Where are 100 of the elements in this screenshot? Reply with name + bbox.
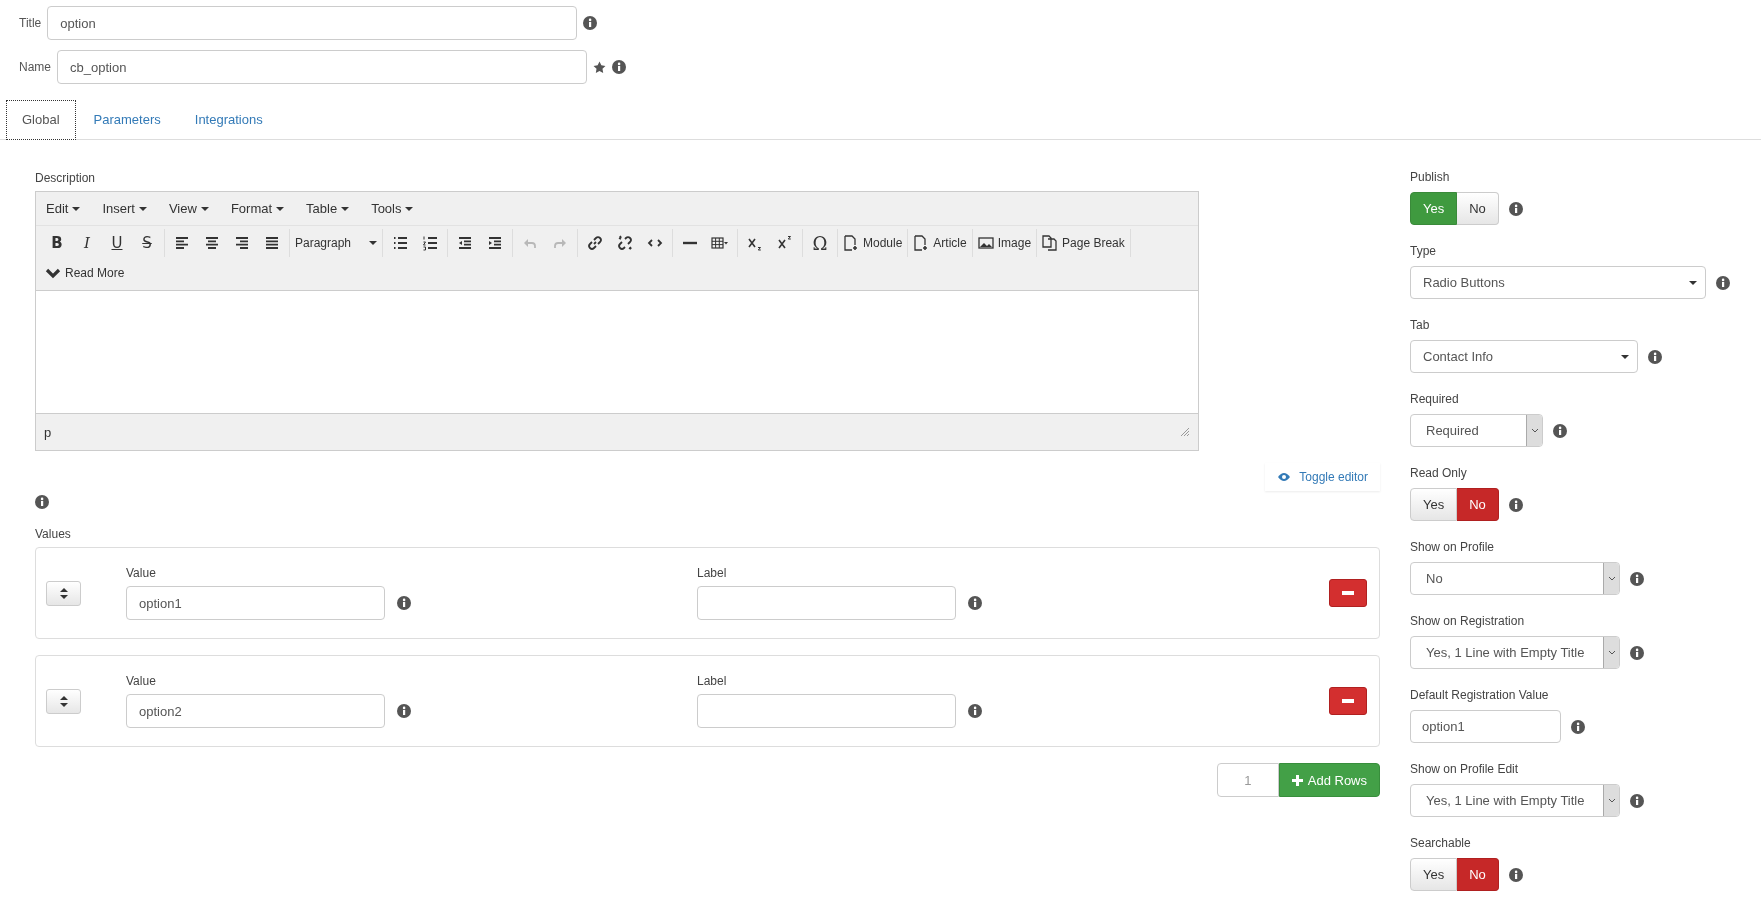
toggle-option[interactable]: No (1457, 488, 1499, 521)
text-field[interactable]: option1 (1410, 710, 1561, 743)
reorder-button[interactable] (46, 688, 81, 714)
remove-button[interactable] (1329, 687, 1367, 715)
info-icon (397, 704, 411, 718)
toggle-option[interactable]: No (1457, 858, 1499, 891)
toolbar-button[interactable]: Page Break (1039, 230, 1128, 256)
paragraph-dropdown[interactable]: Paragraph (292, 230, 380, 256)
select-field[interactable]: No (1410, 562, 1620, 595)
field-label: Required (1410, 392, 1459, 406)
chevron-down-icon (1607, 798, 1616, 803)
info-icon (397, 596, 411, 610)
info-icon (1630, 571, 1644, 586)
remove-button[interactable] (1329, 579, 1367, 607)
info-icon (1716, 275, 1730, 290)
document-plus-icon (913, 235, 930, 251)
dropdown[interactable]: Radio Buttons (1410, 266, 1706, 299)
text-field[interactable] (697, 586, 956, 620)
field-label: Type (1410, 244, 1436, 258)
toggle-option[interactable]: Yes (1410, 192, 1458, 225)
numbered-list-icon (422, 235, 438, 251)
toolbar-button[interactable]: Read More (42, 260, 128, 286)
field-label: Read Only (1410, 466, 1467, 480)
field-label: Name (19, 60, 51, 74)
menu-item[interactable]: Tools (367, 201, 424, 216)
toolbar-button[interactable]: Article (910, 230, 970, 256)
resize-handle-icon[interactable] (1180, 427, 1190, 437)
bullet-list-icon (392, 235, 408, 251)
format-button[interactable]: B (42, 230, 72, 256)
sort-icon (59, 695, 68, 707)
select-field[interactable]: Yes, 1 Line with Empty Title (1410, 784, 1620, 817)
field-label: Label (697, 674, 728, 688)
align-center-icon (204, 235, 220, 251)
menu-item[interactable]: View (164, 201, 219, 216)
text-field[interactable] (697, 694, 956, 728)
format-button[interactable]: S (132, 230, 162, 256)
select-field[interactable]: Yes, 1 Line with Empty Title (1410, 636, 1620, 669)
tab[interactable]: Parameters (77, 100, 177, 140)
toggle-editor-button[interactable]: Toggle editor (1265, 463, 1380, 491)
info-icon (1648, 349, 1662, 364)
menu-item[interactable]: Table (302, 201, 360, 216)
chevron-down-icon (1530, 428, 1539, 433)
info-icon (1508, 497, 1523, 512)
sort-icon (59, 587, 68, 599)
link-icon (587, 235, 603, 251)
text-field[interactable]: option1 (126, 586, 385, 620)
superscript-icon (777, 235, 793, 251)
indent-icon (487, 235, 503, 251)
field-label: Description (35, 171, 96, 185)
align-left-icon (174, 235, 190, 251)
reorder-button[interactable] (46, 580, 81, 606)
info-icon (968, 704, 982, 718)
field-label: Publish (1410, 170, 1450, 184)
text-field[interactable]: option2 (126, 694, 385, 728)
menu-item[interactable]: Format (226, 201, 295, 216)
field-label: Show on Registration (1410, 614, 1525, 628)
tab[interactable]: Global (6, 100, 76, 140)
field-label: Value (126, 674, 157, 688)
field-label: Show on Profile Edit (1410, 762, 1519, 776)
field-label: Searchable (1410, 836, 1471, 850)
info-icon (1508, 867, 1523, 882)
info-icon (1553, 423, 1567, 438)
field-label: Title (19, 16, 42, 30)
toolbar-button[interactable]: Module (840, 230, 906, 256)
toggle-option[interactable]: Yes (1410, 858, 1458, 891)
toggle-option[interactable]: No (1457, 192, 1499, 225)
toolbar-button[interactable]: Image (974, 230, 1035, 256)
format-button[interactable]: Ω (805, 230, 835, 256)
info-icon (968, 596, 982, 610)
element-path: p (44, 424, 52, 440)
tab[interactable]: Integrations (178, 100, 279, 140)
minus-icon (1342, 591, 1354, 595)
outdent-icon (457, 235, 473, 251)
info-icon (1508, 201, 1523, 216)
table-icon (711, 235, 729, 251)
toggle-option[interactable]: Yes (1410, 488, 1458, 521)
info-icon (35, 495, 49, 509)
copy-pages-icon (1042, 235, 1059, 251)
align-justify-icon (264, 235, 280, 251)
plus-icon (1291, 774, 1303, 786)
info-icon (612, 60, 626, 74)
chevron-down-icon (1607, 576, 1616, 581)
text-field[interactable]: option (47, 6, 578, 40)
image-icon (977, 235, 994, 251)
field-label: Tab (1410, 318, 1430, 332)
menu-item[interactable]: Edit (42, 201, 91, 216)
format-button[interactable]: U (102, 230, 132, 256)
menu-item[interactable]: Insert (98, 201, 157, 216)
text-field[interactable]: cb_option (57, 50, 587, 84)
align-right-icon (234, 235, 250, 251)
field-label: Label (697, 566, 728, 580)
chevron-down-icon (1607, 650, 1616, 655)
eye-icon (1277, 472, 1292, 482)
info-icon (1630, 793, 1644, 808)
format-button[interactable]: I (72, 230, 102, 256)
field-label: Values (35, 527, 71, 541)
field-label: Default Registration Value (1410, 688, 1549, 702)
info-icon (583, 16, 598, 30)
select-field[interactable]: Required (1410, 414, 1543, 447)
dropdown[interactable]: Contact Info (1410, 340, 1638, 373)
